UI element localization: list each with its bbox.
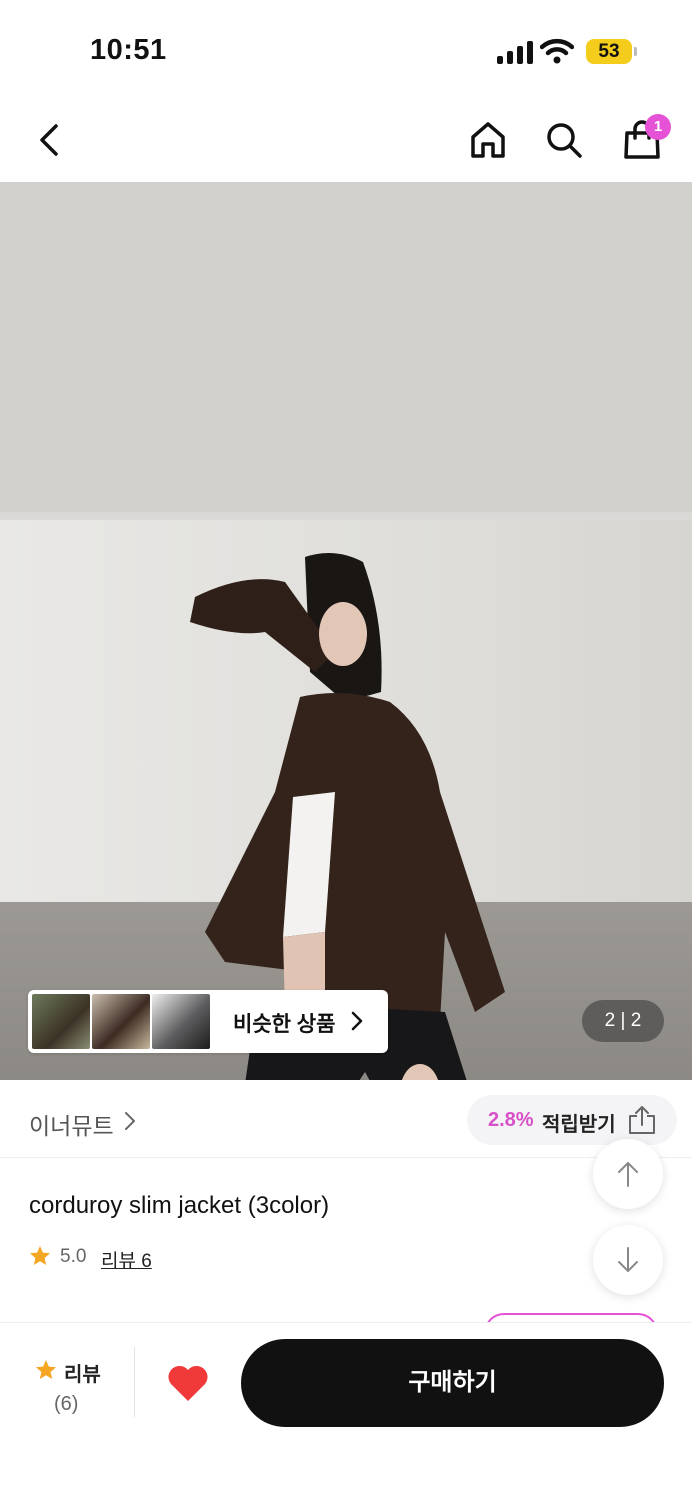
reward-label: 적립받기 (542, 1114, 616, 1136)
star-icon (36, 1360, 56, 1379)
arrow-up-icon (618, 1162, 638, 1187)
product-detail-page: 10:51 53 1 비슷한 상품 2 | 2 이너뮤트 2.8% 적립받기 c… (0, 0, 692, 1500)
cart-count-badge: 1 (645, 114, 671, 140)
reward-percent: 2.8% (488, 1109, 534, 1131)
buy-button[interactable]: 구매하기 (241, 1339, 664, 1427)
scroll-bottom-button[interactable] (593, 1225, 663, 1295)
reward-points-button[interactable]: 2.8% 적립받기 (467, 1095, 677, 1145)
star-icon (30, 1246, 50, 1265)
chevron-right-icon[interactable] (124, 1111, 136, 1131)
review-summary-button[interactable]: 리뷰 (6) (27, 1353, 107, 1423)
heart-icon[interactable] (166, 1363, 210, 1403)
bottom-action-bar: 리뷰 (6) 구매하기 (0, 1322, 692, 1500)
battery-tip (634, 47, 637, 56)
review-label: 리뷰 (64, 1364, 101, 1386)
status-time: 10:51 (90, 34, 167, 66)
brand-name[interactable]: 이너뮤트 (29, 1107, 114, 1141)
product-image[interactable]: 비슷한 상품 2 | 2 (0, 182, 692, 1080)
battery-level: 53 (598, 41, 620, 62)
similar-thumb (92, 994, 150, 1049)
similar-products-button[interactable]: 비슷한 상품 (28, 990, 388, 1053)
share-icon[interactable] (627, 1105, 657, 1135)
similar-thumb (32, 994, 90, 1049)
back-arrow-icon[interactable] (28, 118, 72, 162)
wifi-icon (540, 38, 574, 64)
home-icon[interactable] (466, 118, 510, 162)
model-photo (190, 553, 505, 1080)
divider (134, 1347, 135, 1417)
rating-value: 5.0 (60, 1246, 87, 1267)
battery-indicator: 53 (586, 39, 637, 64)
product-title: corduroy slim jacket (3color) (29, 1192, 330, 1219)
brand-row: 이너뮤트 2.8% 적립받기 (0, 1082, 692, 1158)
review-count: (6) (54, 1393, 79, 1415)
status-bar: 10:51 53 (0, 0, 692, 100)
similar-products-label: 비슷한 상품 (233, 1013, 336, 1036)
image-page-indicator: 2 | 2 (582, 1000, 664, 1042)
chevron-right-icon (351, 1011, 363, 1031)
search-icon[interactable] (542, 118, 586, 162)
top-navigation (0, 100, 692, 182)
review-link[interactable]: 리뷰 6 (101, 1246, 152, 1273)
similar-thumb (152, 994, 210, 1049)
arrow-down-icon (618, 1247, 638, 1272)
cellular-signal-icon (497, 40, 533, 64)
scroll-top-button[interactable] (593, 1139, 663, 1209)
